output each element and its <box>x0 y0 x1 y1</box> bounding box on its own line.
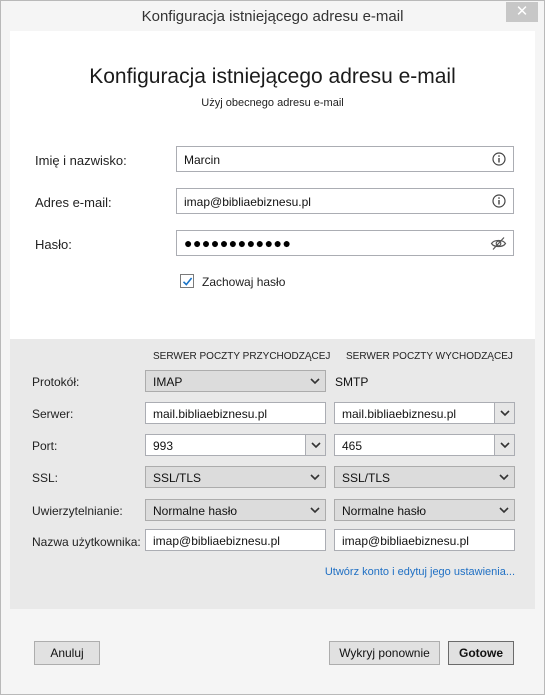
eye-slash-icon[interactable] <box>490 236 507 251</box>
outgoing-auth-value: Normalne hasło <box>342 504 427 518</box>
remember-password-checkbox[interactable] <box>180 274 194 288</box>
chevron-down-icon <box>500 410 510 417</box>
email-label: Adres e-mail: <box>35 195 112 210</box>
outgoing-server-combo[interactable]: mail.bibliaebiznesu.pl <box>334 402 515 424</box>
outgoing-protocol-value: SMTP <box>335 375 369 389</box>
page-title: Konfiguracja istniejącego adresu e-mail <box>89 65 456 88</box>
outgoing-auth-select[interactable]: Normalne hasło <box>334 499 515 521</box>
server-label: Serwer: <box>32 407 74 421</box>
outgoing-username-value: imap@bibliaebiznesu.pl <box>342 534 469 548</box>
incoming-server-value: mail.bibliaebiznesu.pl <box>153 407 268 421</box>
outgoing-server-header: SERWER POCZTY WYCHODZĄCEJ <box>346 351 513 362</box>
cancel-button[interactable]: Anuluj <box>34 641 100 665</box>
outgoing-ssl-value: SSL/TLS <box>342 471 391 485</box>
password-label: Hasło: <box>35 237 72 252</box>
chevron-down-icon <box>310 474 320 481</box>
redetect-button[interactable]: Wykryj ponownie <box>329 641 440 665</box>
incoming-username-value: imap@bibliaebiznesu.pl <box>153 534 280 548</box>
checkmark-icon <box>182 277 193 286</box>
close-icon: ✕ <box>515 3 529 20</box>
name-value: Marcin <box>184 153 221 167</box>
outgoing-username-input[interactable]: imap@bibliaebiznesu.pl <box>334 529 515 551</box>
outgoing-server-dropdown-button[interactable] <box>494 403 514 423</box>
chevron-down-icon <box>310 507 320 514</box>
outgoing-server-value: mail.bibliaebiznesu.pl <box>342 407 457 421</box>
auth-label: Uwierzytelnianie: <box>32 504 123 518</box>
page-subtitle: Użyj obecnego adresu e-mail <box>201 97 344 109</box>
chevron-down-icon <box>311 442 321 449</box>
advanced-config-link[interactable]: Utwórz konto i edytuj jego ustawienia... <box>325 566 515 578</box>
incoming-protocol-value: IMAP <box>153 375 183 389</box>
password-value: ●●●●●●●●●●●● <box>184 235 292 251</box>
chevron-down-icon <box>499 507 509 514</box>
incoming-auth-value: Normalne hasło <box>153 504 238 518</box>
incoming-port-combo[interactable]: 993 <box>145 434 326 456</box>
title-bar[interactable]: Konfiguracja istniejącego adresu e-mail … <box>1 1 544 31</box>
password-field[interactable]: ●●●●●●●●●●●● <box>176 230 514 256</box>
outgoing-port-value: 465 <box>342 439 363 453</box>
account-section: Konfiguracja istniejącego adresu e-mail … <box>10 31 535 339</box>
chevron-down-icon <box>500 442 510 449</box>
outgoing-port-combo[interactable]: 465 <box>334 434 515 456</box>
incoming-port-dropdown-button[interactable] <box>305 435 325 455</box>
server-settings-panel: SERWER POCZTY PRZYCHODZĄCEJ SERWER POCZT… <box>10 339 535 609</box>
dialog-window: Konfiguracja istniejącego adresu e-mail … <box>0 0 545 695</box>
incoming-server-header: SERWER POCZTY PRZYCHODZĄCEJ <box>153 351 331 362</box>
info-icon[interactable] <box>492 152 506 166</box>
protocol-label: Protokół: <box>32 375 80 389</box>
window-title: Konfiguracja istniejącego adresu e-mail <box>141 8 404 25</box>
port-label: Port: <box>32 439 58 453</box>
chevron-down-icon <box>499 474 509 481</box>
incoming-protocol-select[interactable]: IMAP <box>145 370 326 392</box>
outgoing-ssl-select[interactable]: SSL/TLS <box>334 466 515 488</box>
incoming-auth-select[interactable]: Normalne hasło <box>145 499 326 521</box>
name-label: Imię i nazwisko: <box>35 153 127 168</box>
incoming-username-input[interactable]: imap@bibliaebiznesu.pl <box>145 529 326 551</box>
ssl-label: SSL: <box>32 471 59 485</box>
email-field[interactable]: imap@bibliaebiznesu.pl <box>176 188 514 214</box>
outgoing-port-dropdown-button[interactable] <box>494 435 514 455</box>
email-value: imap@bibliaebiznesu.pl <box>184 195 311 209</box>
done-button[interactable]: Gotowe <box>448 641 514 665</box>
name-field[interactable]: Marcin <box>176 146 514 172</box>
close-button[interactable]: ✕ <box>506 2 538 22</box>
info-icon[interactable] <box>492 194 506 208</box>
incoming-port-value: 993 <box>153 439 174 453</box>
chevron-down-icon <box>310 378 320 385</box>
incoming-ssl-select[interactable]: SSL/TLS <box>145 466 326 488</box>
remember-password-label[interactable]: Zachowaj hasło <box>202 275 285 289</box>
incoming-server-input[interactable]: mail.bibliaebiznesu.pl <box>145 402 326 424</box>
username-label: Nazwa użytkownika: <box>32 535 141 549</box>
incoming-ssl-value: SSL/TLS <box>153 471 202 485</box>
